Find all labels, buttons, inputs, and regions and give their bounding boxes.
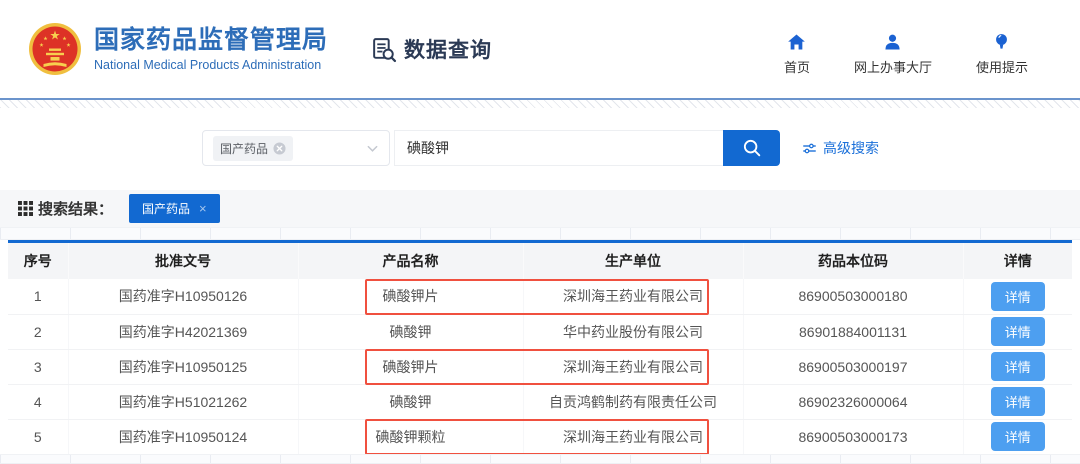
cell-code: 86901884001131 <box>742 314 963 350</box>
nav-item-service-hall[interactable]: 网上办事大厅 <box>854 32 932 76</box>
nav-item-home[interactable]: 首页 <box>784 32 810 76</box>
site-subtitle: National Medical Products Administration <box>94 57 322 72</box>
home-icon <box>788 34 806 50</box>
chevron-down-icon <box>367 145 378 152</box>
col-header-approval: 批准文号 <box>67 243 298 279</box>
cell-no: 4 <box>8 384 68 420</box>
col-header-no: 序号 <box>8 243 68 279</box>
top-nav: 首页 网上办事大厅 使用提示 <box>784 32 1028 76</box>
col-header-manufacturer: 生产单位 <box>522 243 743 279</box>
filter-tag-label: 国产药品 <box>142 202 191 216</box>
results-label: 搜索结果： <box>38 201 114 218</box>
lightbulb-icon <box>996 34 1008 49</box>
tag-close-icon[interactable]: × <box>199 202 207 215</box>
close-circle-icon[interactable] <box>273 141 286 155</box>
document-search-icon <box>373 37 397 62</box>
col-header-detail: 详情 <box>962 243 1072 279</box>
table-row: 5 国药准字H10950124 碘酸钾颗粒 深圳海王药业有限公司 8690050… <box>8 419 1072 455</box>
col-header-code: 药品本位码 <box>742 243 963 279</box>
detail-button[interactable]: 详情 <box>990 422 1045 451</box>
cell-product: 碘酸钾 <box>297 384 523 420</box>
advanced-search-label: 高级搜索 <box>823 140 879 156</box>
category-tag-label: 国产药品 <box>220 141 269 156</box>
cell-approval: 国药准字H10950125 <box>67 349 298 385</box>
detail-button[interactable]: 详情 <box>990 352 1045 381</box>
checker-strip-middle <box>0 227 1080 240</box>
table-row: 2 国药准字H42021369 碘酸钾 华中药业股份有限公司 869018840… <box>8 314 1072 350</box>
table-row: 1 国药准字H10950126 碘酸钾片 深圳海王药业有限公司 86900503… <box>8 279 1072 315</box>
cell-code: 86900503000180 <box>742 279 963 315</box>
logo-group: 国家药品监督管理局 National Medical Products Admi… <box>28 22 328 76</box>
cell-manufacturer: 深圳海王药业有限公司 <box>522 419 743 455</box>
grid-icon <box>18 201 33 216</box>
nav-label: 网上办事大厅 <box>853 60 932 75</box>
detail-button[interactable]: 详情 <box>990 317 1045 346</box>
table-header: 序号 批准文号 产品名称 生产单位 药品本位码 详情 <box>8 243 1072 279</box>
cell-code: 86900503000197 <box>742 349 963 385</box>
nav-label: 首页 <box>783 60 810 75</box>
advanced-search-link[interactable]: 高级搜索 <box>802 138 879 158</box>
cell-manufacturer: 自贡鸿鹤制药有限责任公司 <box>522 384 743 420</box>
cell-manufacturer: 深圳海王药业有限公司 <box>522 349 743 385</box>
cell-code: 86902326000064 <box>742 384 963 420</box>
nav-item-usage-tips[interactable]: 使用提示 <box>976 32 1028 76</box>
cell-approval: 国药准字H51021262 <box>67 384 298 420</box>
cell-product: 碘酸钾片 <box>297 279 523 315</box>
title-block: 国家药品监督管理局 National Medical Products Admi… <box>94 26 328 72</box>
cell-approval: 国药准字H10950126 <box>67 279 298 315</box>
cell-product: 碘酸钾颗粒 <box>297 419 523 455</box>
cell-code: 86900503000173 <box>742 419 963 455</box>
search-button[interactable] <box>723 130 780 166</box>
col-header-product: 产品名称 <box>297 243 523 279</box>
table-row: 4 国药准字H51021262 碘酸钾 自贡鸿鹤制药有限责任公司 8690232… <box>8 384 1072 420</box>
checker-strip-bottom <box>0 454 1080 464</box>
results-filter-tag[interactable]: 国产药品 × <box>129 194 220 223</box>
top-header: 国家药品监督管理局 National Medical Products Admi… <box>0 0 1080 98</box>
cell-product: 碘酸钾片 <box>297 349 523 385</box>
cell-no: 1 <box>8 279 68 315</box>
cell-approval: 国药准字H42021369 <box>67 314 298 350</box>
user-icon <box>885 34 901 50</box>
search-icon <box>743 139 760 157</box>
national-emblem-icon <box>29 23 81 75</box>
section-title: 数据查询 <box>404 39 493 62</box>
table-body: 1 国药准字H10950126 碘酸钾片 深圳海王药业有限公司 86900503… <box>8 279 1072 455</box>
results-bar: 搜索结果： 国产药品 × <box>0 190 1080 227</box>
results-label-group: 搜索结果： <box>18 198 113 219</box>
section-title-group: 数据查询 <box>370 34 492 64</box>
detail-button[interactable]: 详情 <box>990 281 1045 311</box>
category-tag[interactable]: 国产药品 <box>213 135 294 161</box>
results-table: 序号 批准文号 产品名称 生产单位 药品本位码 详情 1 国药准字H109501… <box>8 240 1072 455</box>
site-title: 国家药品监督管理局 <box>94 26 329 55</box>
cell-manufacturer: 华中药业股份有限公司 <box>522 314 743 350</box>
hatch-strip-top <box>0 100 1080 108</box>
cell-product: 碘酸钾 <box>297 314 523 350</box>
cell-no: 3 <box>8 349 68 385</box>
nav-label: 使用提示 <box>975 60 1028 75</box>
cell-no: 2 <box>8 314 68 350</box>
detail-button[interactable]: 详情 <box>990 387 1045 416</box>
page: 国家药品监督管理局 National Medical Products Admi… <box>0 0 1080 464</box>
search-bar: 国产药品 高级搜索 <box>202 130 879 166</box>
category-select[interactable]: 国产药品 <box>202 130 390 166</box>
table-row: 3 国药准字H10950125 碘酸钾片 深圳海王药业有限公司 86900503… <box>8 349 1072 385</box>
filter-sliders-icon <box>803 143 816 153</box>
search-input[interactable] <box>394 130 723 166</box>
cell-approval: 国药准字H10950124 <box>67 419 298 455</box>
cell-manufacturer: 深圳海王药业有限公司 <box>522 279 743 315</box>
cell-no: 5 <box>8 419 68 455</box>
